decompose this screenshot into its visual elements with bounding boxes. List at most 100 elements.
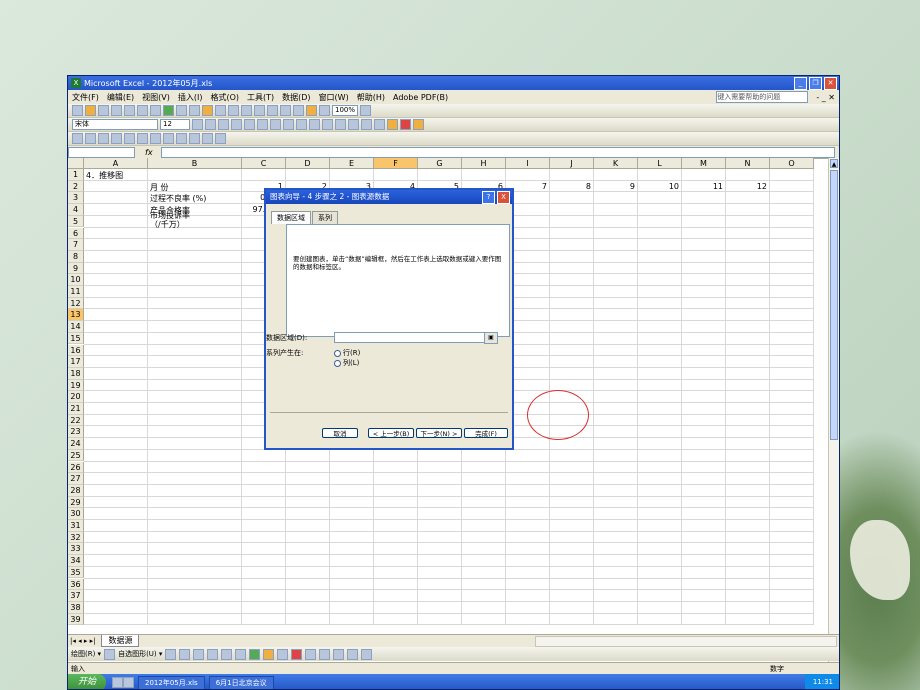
column-header-m[interactable]: M: [682, 158, 726, 169]
finish-button[interactable]: 完成(F): [464, 428, 508, 438]
currency-icon[interactable]: [283, 119, 294, 130]
menu-help[interactable]: 帮助(H): [357, 92, 385, 103]
print-preview-icon[interactable]: [150, 105, 161, 116]
arrow-icon[interactable]: [179, 648, 191, 660]
radio-columns[interactable]: 列(L): [334, 358, 359, 368]
row-header-10[interactable]: 10: [68, 274, 84, 286]
column-header-e[interactable]: E: [330, 158, 374, 169]
cell-month-8[interactable]: 8: [552, 182, 591, 191]
column-header-k[interactable]: K: [594, 158, 638, 169]
row-header-6[interactable]: 6: [68, 227, 84, 240]
dash-style-icon[interactable]: [319, 648, 331, 660]
bold-icon[interactable]: [192, 119, 203, 130]
column-header-j[interactable]: J: [550, 158, 594, 169]
cancel-button[interactable]: 取消: [322, 428, 358, 438]
drawing-icon[interactable]: [319, 105, 330, 116]
pdf-icon[interactable]: [413, 119, 424, 130]
oval-icon[interactable]: [207, 648, 219, 660]
toolbar-button-icon[interactable]: [150, 133, 161, 144]
row-header-17[interactable]: 17: [68, 356, 84, 368]
align-left-icon[interactable]: [231, 119, 242, 130]
collapse-dialog-icon[interactable]: ▣: [484, 332, 498, 344]
row-header-38[interactable]: 38: [68, 601, 84, 614]
task-folder[interactable]: 6月1日北京会议: [208, 675, 274, 689]
help-search-input[interactable]: 键入需要帮助的问题: [716, 91, 809, 103]
toolbar-button-icon[interactable]: [189, 133, 200, 144]
increase-decimal-icon[interactable]: [322, 119, 333, 130]
shadow-icon[interactable]: [347, 648, 359, 660]
line-style-icon[interactable]: [305, 648, 317, 660]
next-button[interactable]: 下一步(N) >: [416, 428, 462, 438]
formula-input[interactable]: [160, 146, 835, 158]
menu-insert[interactable]: 插入(I): [178, 92, 203, 103]
percent-icon[interactable]: [296, 119, 307, 130]
row-header-5[interactable]: 5: [68, 215, 84, 228]
row-header-11[interactable]: 11: [68, 286, 84, 298]
column-header-h[interactable]: H: [462, 158, 506, 169]
column-header-a[interactable]: A: [84, 158, 148, 169]
draw-menu[interactable]: 绘图(R) ▾: [71, 649, 101, 659]
cell-month-11[interactable]: 11: [684, 182, 723, 191]
italic-icon[interactable]: [205, 119, 216, 130]
save-icon[interactable]: [98, 105, 109, 116]
help-question-icon[interactable]: ?: [482, 190, 495, 204]
font-color-icon[interactable]: [400, 119, 411, 130]
copy-icon[interactable]: [189, 105, 200, 116]
quicklaunch-icon[interactable]: [112, 677, 124, 688]
paste-icon[interactable]: [202, 105, 213, 116]
comma-icon[interactable]: [309, 119, 320, 130]
row-header-30[interactable]: 30: [68, 508, 84, 520]
tab-series[interactable]: 系列: [312, 211, 338, 224]
toolbar-button-icon[interactable]: [98, 133, 109, 144]
select-all-corner[interactable]: [68, 158, 84, 169]
column-header-i[interactable]: I: [506, 158, 550, 169]
zoom-select[interactable]: 100%: [332, 105, 359, 116]
toolbar-button-icon[interactable]: [163, 133, 174, 144]
row-header-29[interactable]: 29: [68, 496, 84, 509]
row-header-18[interactable]: 18: [68, 367, 84, 380]
font-color-draw-icon[interactable]: [291, 648, 303, 660]
open-icon[interactable]: [85, 105, 96, 116]
row-header-32[interactable]: 32: [68, 531, 84, 544]
quicklaunch-icon[interactable]: [123, 677, 135, 688]
dialog-close-icon[interactable]: X: [497, 190, 510, 204]
cell-b2-month[interactable]: 月 份: [150, 182, 169, 193]
autoshapes-menu[interactable]: 自选图形(U) ▾: [118, 649, 162, 659]
cell-a1-title[interactable]: 4．推移图: [86, 170, 123, 181]
toolbar-button-icon[interactable]: [111, 133, 122, 144]
chart-wizard-icon[interactable]: [306, 105, 317, 116]
sheet-tab-active[interactable]: 数据源: [101, 635, 140, 647]
row-header-14[interactable]: 14: [68, 321, 84, 333]
row-header-3[interactable]: 3: [68, 192, 84, 205]
row-header-28[interactable]: 28: [68, 484, 84, 497]
fill-color-draw-icon[interactable]: [263, 648, 275, 660]
row-header-35[interactable]: 35: [68, 566, 84, 579]
row-header-24[interactable]: 24: [68, 438, 84, 450]
row-header-36[interactable]: 36: [68, 578, 84, 591]
autosum-icon[interactable]: [267, 105, 278, 116]
format-painter-icon[interactable]: [215, 105, 226, 116]
decrease-decimal-icon[interactable]: [335, 119, 346, 130]
fill-color-icon[interactable]: [387, 119, 398, 130]
3d-icon[interactable]: [361, 648, 373, 660]
column-header-o[interactable]: O: [770, 158, 814, 169]
toolbar-button-icon[interactable]: [124, 133, 135, 144]
row-header-25[interactable]: 25: [68, 449, 84, 462]
row-header-27[interactable]: 27: [68, 473, 84, 485]
menu-tools[interactable]: 工具(T): [247, 92, 274, 103]
row-header-19[interactable]: 19: [68, 379, 84, 392]
row-header-34[interactable]: 34: [68, 555, 84, 567]
row-header-16[interactable]: 16: [68, 344, 84, 357]
toolbar-button-icon[interactable]: [137, 133, 148, 144]
print-icon[interactable]: [137, 105, 148, 116]
font-size-select[interactable]: 12: [160, 119, 190, 130]
underline-icon[interactable]: [218, 119, 229, 130]
menu-data[interactable]: 数据(D): [282, 92, 310, 103]
increase-indent-icon[interactable]: [361, 119, 372, 130]
cell-b5-label-line2[interactable]: （/千万）: [150, 219, 185, 230]
column-header-g[interactable]: G: [418, 158, 462, 169]
toolbar-button-icon[interactable]: [176, 133, 187, 144]
start-button[interactable]: 开始: [68, 674, 107, 689]
select-objects-icon[interactable]: [104, 648, 116, 660]
row-header-37[interactable]: 37: [68, 590, 84, 602]
